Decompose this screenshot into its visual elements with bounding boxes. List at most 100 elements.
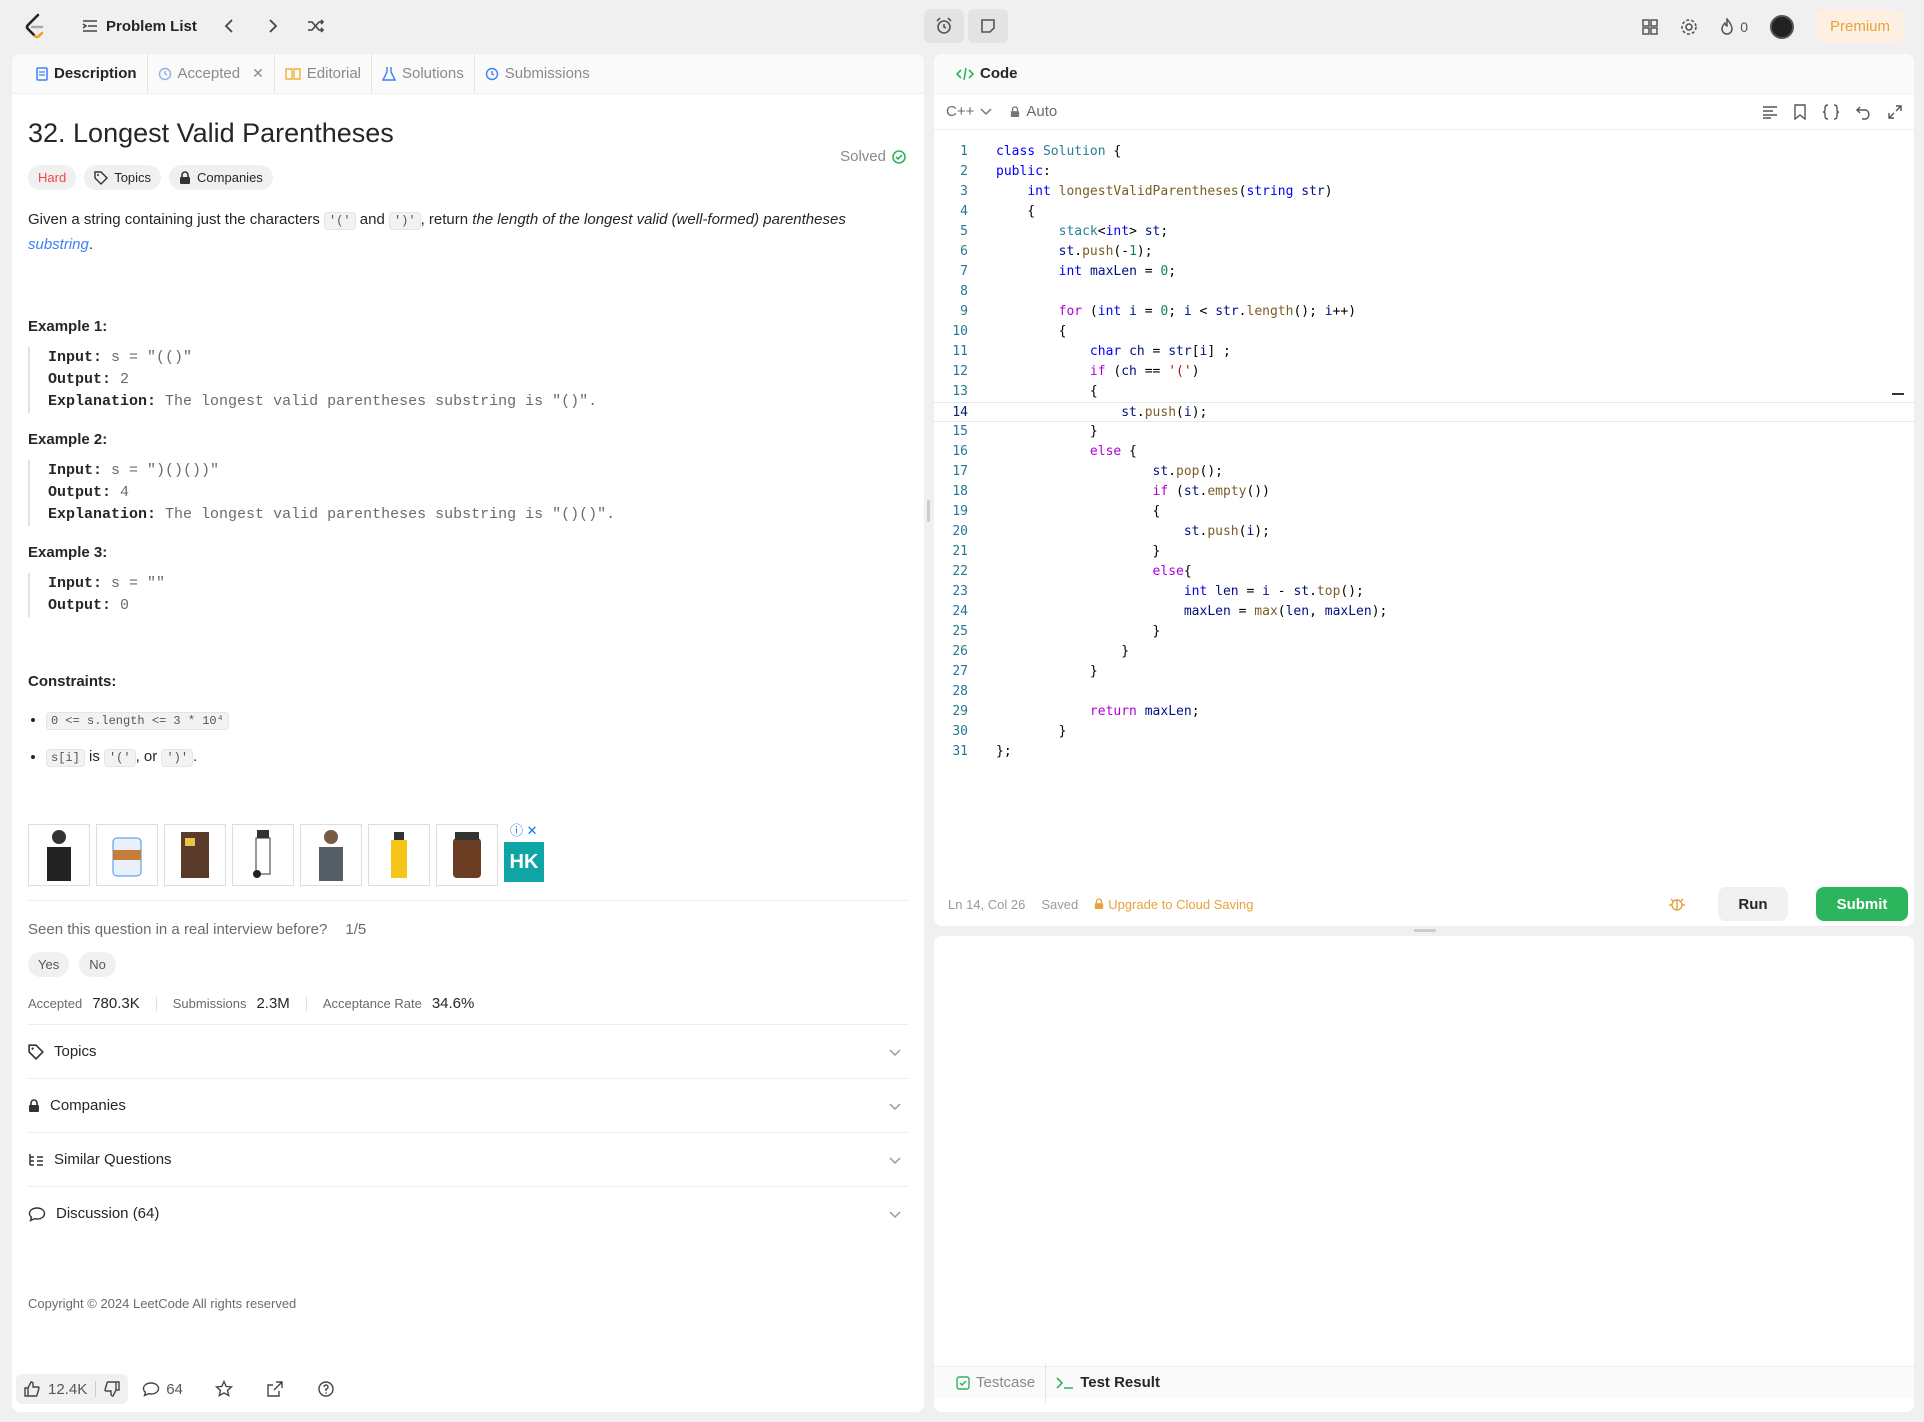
interview-count: 1/5 <box>345 921 367 938</box>
leetcode-logo-icon[interactable] <box>22 12 48 40</box>
topics-chip[interactable]: Topics <box>84 165 162 190</box>
language-select[interactable]: C++ <box>946 103 992 120</box>
ad-banner[interactable]: HK ⓘ ✕ <box>28 823 908 886</box>
code-line[interactable]: 25 } <box>934 622 1914 642</box>
undo-icon[interactable] <box>1856 104 1872 120</box>
code-line[interactable]: 16 else { <box>934 442 1914 462</box>
expand-icon[interactable] <box>1888 104 1902 120</box>
code-line[interactable]: 22 else{ <box>934 562 1914 582</box>
accordion-companies[interactable]: Companies <box>28 1078 908 1132</box>
code-line[interactable]: 29 return maxLen; <box>934 702 1914 722</box>
companies-chip[interactable]: Companies <box>169 165 273 190</box>
notes-button[interactable] <box>968 9 1008 43</box>
yes-button[interactable]: Yes <box>28 952 70 977</box>
thumbs-up-icon[interactable] <box>24 1381 40 1397</box>
submit-button[interactable]: Submit <box>1816 887 1908 921</box>
tab-submissions[interactable]: Submissions <box>475 54 600 94</box>
constraint-close: ')' <box>161 749 194 767</box>
problem-list-button[interactable]: Problem List <box>82 18 197 35</box>
code-line[interactable]: 31}; <box>934 742 1914 762</box>
timer-button[interactable] <box>924 9 964 43</box>
tab-description[interactable]: Description <box>26 54 148 94</box>
description-content: 32. Longest Valid Parentheses Solved Har… <box>12 118 924 1311</box>
substring-link[interactable]: substring <box>28 236 89 253</box>
ad-product-image[interactable] <box>164 824 226 886</box>
tab-testcase[interactable]: Testcase <box>946 1362 1047 1403</box>
tab-test-result[interactable]: Test Result <box>1046 1363 1170 1403</box>
code-line[interactable]: 20 st.push(i); <box>934 522 1914 542</box>
accordion-discussion[interactable]: Discussion (64) <box>28 1186 908 1240</box>
code-line[interactable]: 3 int longestValidParentheses(string str… <box>934 182 1914 202</box>
horizontal-resize-handle[interactable] <box>1414 929 1436 932</box>
avatar[interactable] <box>1769 14 1794 39</box>
chevron-left-icon[interactable] <box>223 18 235 34</box>
ad-product-image[interactable] <box>96 824 158 886</box>
streak-counter[interactable]: 0 <box>1720 17 1748 36</box>
vertical-resize-handle[interactable] <box>927 500 930 522</box>
code-line[interactable]: 27 } <box>934 662 1914 682</box>
gear-icon[interactable] <box>1680 18 1698 36</box>
code-line[interactable]: 14 st.push(i); <box>934 402 1914 422</box>
accordion-similar-questions[interactable]: Similar Questions <box>28 1132 908 1186</box>
chevron-right-icon[interactable] <box>267 18 279 34</box>
code-line[interactable]: 26 } <box>934 642 1914 662</box>
upgrade-cloud-saving-link[interactable]: Upgrade to Cloud Saving <box>1094 897 1253 912</box>
ad-info-close[interactable]: ⓘ ✕ <box>510 820 538 839</box>
no-button[interactable]: No <box>79 952 116 977</box>
code-line[interactable]: 11 char ch = str[i] ; <box>934 342 1914 362</box>
thumbs-down-icon[interactable] <box>104 1381 120 1397</box>
code-line[interactable]: 9 for (int i = 0; i < str.length(); i++) <box>934 302 1914 322</box>
code-line[interactable]: 30 } <box>934 722 1914 742</box>
code-line[interactable]: 4 { <box>934 202 1914 222</box>
bookmark-icon[interactable] <box>1794 103 1806 120</box>
tab-code[interactable]: Code <box>946 54 1028 94</box>
code-line[interactable]: 19 { <box>934 502 1914 522</box>
code-line[interactable]: 24 maxLen = max(len, maxLen); <box>934 602 1914 622</box>
braces-icon[interactable] <box>1822 103 1840 120</box>
code-line[interactable]: 17 st.pop(); <box>934 462 1914 482</box>
ad-product-image[interactable] <box>232 824 294 886</box>
code-line[interactable]: 5 stack<int> st; <box>934 222 1914 242</box>
code-line[interactable]: 10 { <box>934 322 1914 342</box>
code-line[interactable]: 18 if (st.empty()) <box>934 482 1914 502</box>
tab-solutions[interactable]: Solutions <box>372 54 475 94</box>
shuffle-icon[interactable] <box>307 18 325 34</box>
flame-icon <box>1720 17 1734 36</box>
format-lines-icon[interactable] <box>1762 104 1778 120</box>
list-icon <box>82 19 98 33</box>
code-line[interactable]: 12 if (ch == '(') <box>934 362 1914 382</box>
interview-question-text: Seen this question in a real interview b… <box>28 921 328 938</box>
help-icon[interactable] <box>317 1380 335 1398</box>
share-icon[interactable] <box>267 1381 283 1397</box>
code-line[interactable]: 2 public: <box>934 162 1914 182</box>
problem-title[interactable]: 32. Longest Valid Parentheses <box>28 118 908 149</box>
code-line[interactable]: 13 { <box>934 382 1914 402</box>
code-line[interactable]: 23 int len = i - st.top(); <box>934 582 1914 602</box>
ad-product-image[interactable] <box>436 824 498 886</box>
code-line[interactable]: 8 <box>934 282 1914 302</box>
debug-bug-icon[interactable] <box>1668 895 1686 913</box>
code-line[interactable]: 15 } <box>934 422 1914 442</box>
code-line[interactable]: 7 int maxLen = 0; <box>934 262 1914 282</box>
tab-editorial[interactable]: Editorial <box>275 54 372 94</box>
statement-emphasis: the length of the longest valid (well-fo… <box>472 211 846 228</box>
input-label: Input: <box>48 462 103 479</box>
tab-accepted[interactable]: Accepted ✕ <box>148 54 275 94</box>
comments-button[interactable]: 64 <box>142 1381 183 1398</box>
code-line[interactable]: 6 st.push(-1); <box>934 242 1914 262</box>
ad-product-image[interactable] <box>28 824 90 886</box>
code-line[interactable]: 28 <box>934 682 1914 702</box>
premium-button[interactable]: Premium <box>1815 10 1904 43</box>
close-icon[interactable]: ✕ <box>252 65 264 82</box>
accordion-topics[interactable]: Topics <box>28 1024 908 1078</box>
ad-brand-logo[interactable]: HK <box>504 842 544 882</box>
code-line[interactable]: 1 class Solution { <box>934 142 1914 162</box>
run-button[interactable]: Run <box>1718 887 1788 921</box>
auto-mode[interactable]: Auto <box>1010 103 1057 120</box>
code-line[interactable]: 21 } <box>934 542 1914 562</box>
layout-grid-icon[interactable] <box>1642 18 1658 35</box>
ad-product-image[interactable] <box>368 824 430 886</box>
code-editor[interactable]: 1 class Solution {2 public: 3 int longestVa… <box>934 142 1914 882</box>
star-icon[interactable] <box>214 1380 233 1398</box>
ad-product-image[interactable] <box>300 824 362 886</box>
